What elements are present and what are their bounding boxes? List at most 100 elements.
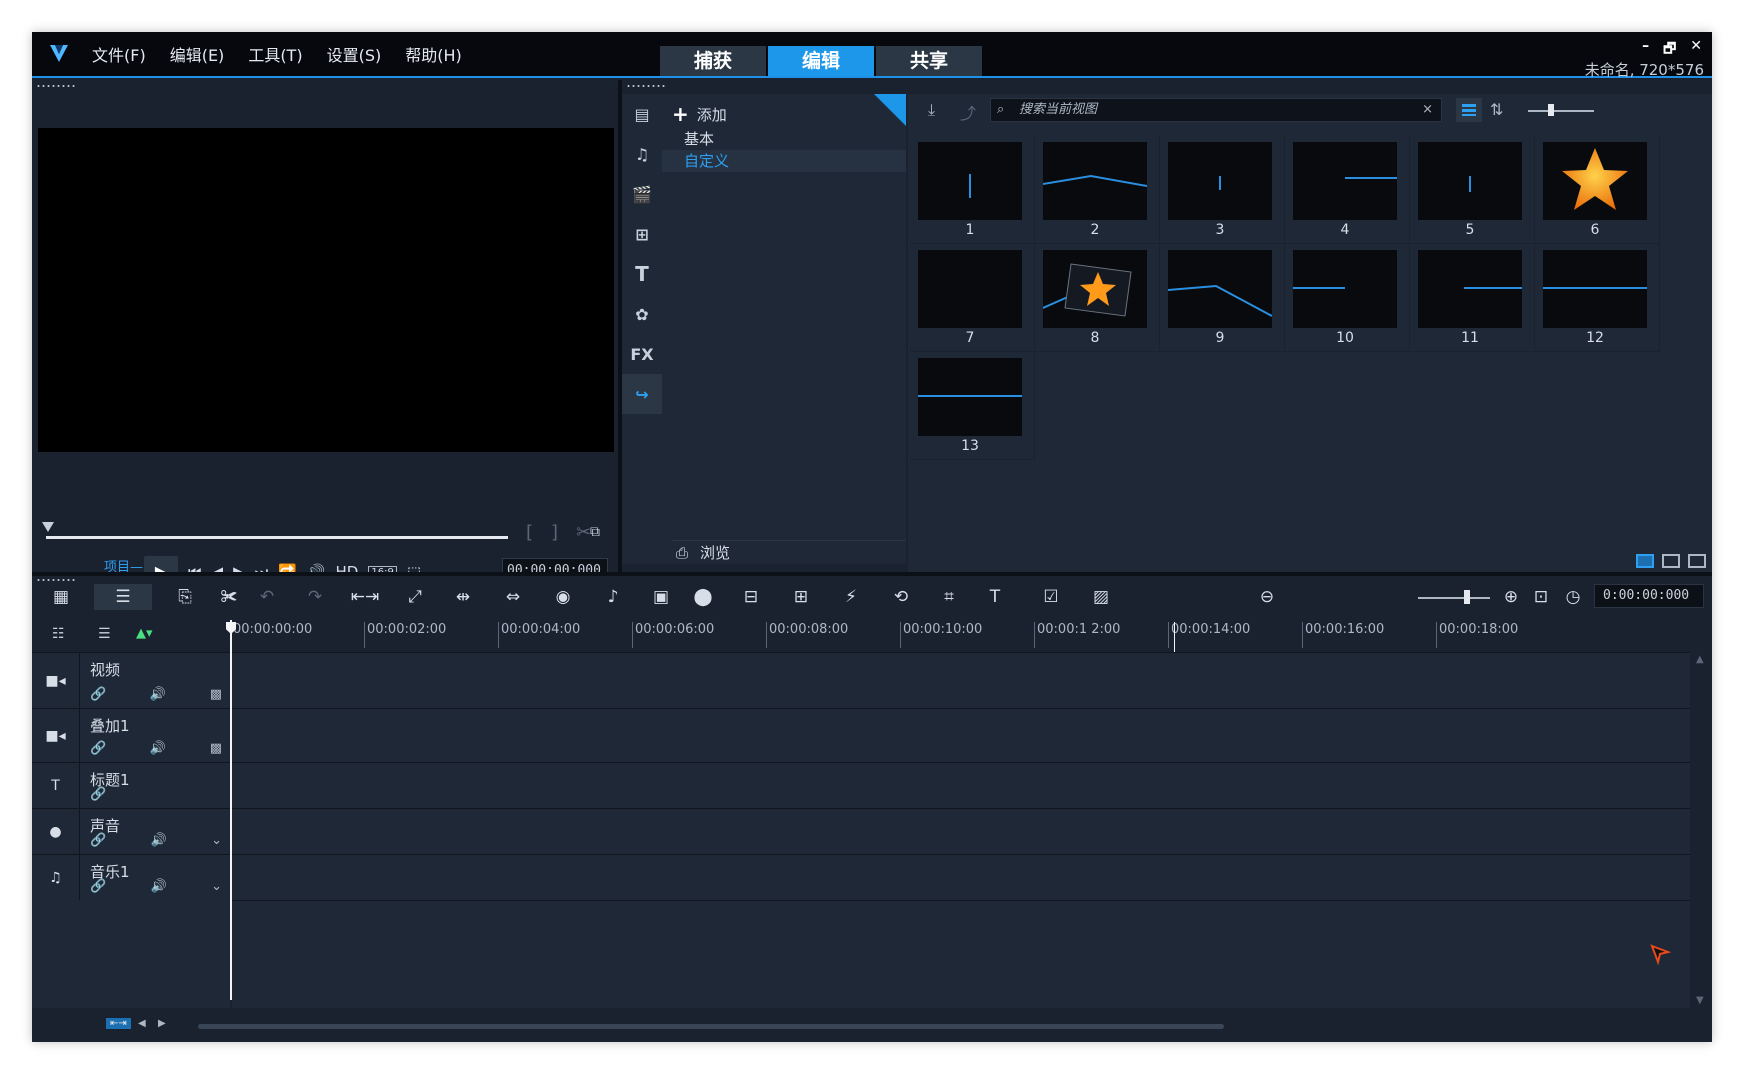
track-header-video[interactable]: ■◂ 视频 🔗 🔊 ▩ [32, 652, 230, 708]
add-folder-button[interactable]: + 添加 [672, 102, 727, 126]
scrubber-handle[interactable] [42, 522, 54, 532]
audio-mixer-icon[interactable]: ♪ [598, 584, 628, 610]
thumbnail-item[interactable]: 7 [910, 244, 1035, 352]
undo-icon[interactable]: ↶ [252, 584, 282, 610]
mark-out-icon[interactable]: ] [551, 522, 558, 543]
grid-icon[interactable]: ▩ [210, 687, 222, 702]
track-header-music1[interactable]: ♫ 音乐1 🔗 🔊 ⌄ [32, 854, 230, 900]
tools-icon[interactable]: ✀ [214, 584, 244, 610]
scroll-up-icon[interactable]: ▲ [1696, 654, 1704, 665]
audio-icon[interactable]: ♫ [622, 134, 662, 174]
link-icon[interactable]: 🔗 [90, 687, 106, 702]
track-lane-voice[interactable] [232, 808, 1690, 854]
track-lane-overlay1[interactable] [232, 708, 1690, 762]
thumbnail-item[interactable]: 12 [1535, 244, 1660, 352]
multicam-icon[interactable]: ▣ [646, 584, 676, 610]
link-icon[interactable]: 🔗 [90, 787, 106, 802]
time-ruler[interactable]: 00:00:00:00 00:00:02:00 00:00:04:00 00:0… [230, 618, 1712, 652]
trim-icon[interactable]: ⇹ [448, 584, 478, 610]
media-icon[interactable]: ▤ [622, 94, 662, 134]
search-input[interactable]: ⌕ 搜索当前视图 × [990, 98, 1442, 122]
thumbnail-item[interactable]: 10 [1285, 244, 1410, 352]
checkmark-icon[interactable]: ☑ [1036, 584, 1066, 610]
menu-file[interactable]: 文件(F) [92, 42, 146, 66]
export-icon[interactable]: ⤴ [960, 100, 976, 124]
expand-icon[interactable]: ⌄ [211, 833, 222, 848]
zoom-in-icon[interactable]: ⊕ [1496, 584, 1526, 610]
timeline-view-icon[interactable]: ☰ [94, 584, 152, 610]
thumbnail-item[interactable]: 1 [910, 136, 1035, 244]
transition-icon[interactable]: ⊞ [622, 214, 662, 254]
zoom-out-icon[interactable]: ⊖ [1252, 584, 1282, 610]
pin-icon[interactable] [874, 94, 906, 126]
track-lane-music1[interactable] [232, 854, 1690, 900]
track-lane-video[interactable] [232, 652, 1690, 708]
browse-button[interactable]: ⎙ 浏览 [672, 540, 906, 564]
thumbnail-item[interactable]: 5 [1410, 136, 1535, 244]
fx-icon[interactable]: FX [622, 334, 662, 374]
track-header-overlay1[interactable]: ■◂ 叠加1 🔗 🔊 ▩ [32, 708, 230, 762]
import-icon[interactable]: ⤓ [928, 100, 935, 120]
panel-grip[interactable] [626, 84, 666, 88]
menu-help[interactable]: 帮助(H) [405, 42, 462, 66]
title-icon[interactable]: T [622, 254, 662, 294]
grid-icon[interactable]: ▩ [210, 741, 222, 756]
track-header-voice[interactable]: ● 声音 🔗 🔊 ⌄ [32, 808, 230, 854]
split-screen-icon[interactable]: ⊞ [786, 584, 816, 610]
vertical-scrollbar[interactable]: ▲ ▼ [1694, 652, 1708, 1008]
show-library-icon[interactable] [1636, 554, 1654, 568]
thumbnail-item[interactable]: 3 [1160, 136, 1285, 244]
sort-icon[interactable]: ⇅ [1490, 100, 1503, 119]
path-icon[interactable]: ↪ [622, 374, 662, 414]
ripple-edit-icon[interactable]: ▲▾ [136, 626, 153, 641]
storyboard-view-icon[interactable]: ▦ [46, 584, 76, 610]
thumbnail-size-knob[interactable] [1548, 104, 1554, 116]
rotate-icon[interactable]: ⟲ [886, 584, 916, 610]
painting-icon[interactable]: ▨ [1086, 584, 1116, 610]
menu-edit[interactable]: 编辑(E) [170, 42, 225, 66]
mask-icon[interactable]: ⌗ [934, 584, 964, 610]
graphic-icon[interactable]: ✿ [622, 294, 662, 334]
thumbnail-item[interactable]: 9 [1160, 244, 1285, 352]
motion-icon[interactable]: ⚡ [836, 584, 866, 610]
subtitle-icon[interactable]: ⊟ [736, 584, 766, 610]
panel-grip[interactable] [36, 84, 76, 88]
record-capture-icon[interactable]: ◉ [548, 584, 578, 610]
show-options-icon[interactable] [1662, 554, 1680, 568]
add-track-icon[interactable]: ☰ [98, 626, 111, 642]
redo-icon[interactable]: ↷ [300, 584, 330, 610]
expand-icon[interactable]: ⇔ [498, 584, 528, 610]
speaker-icon[interactable]: 🔊 [151, 879, 167, 894]
zoom-slider[interactable] [1418, 597, 1490, 599]
list-view-icon[interactable] [1456, 98, 1482, 122]
thumbnail-item[interactable]: 2 [1035, 136, 1160, 244]
scrubber-bar[interactable] [46, 536, 508, 539]
zoom-slider-knob[interactable] [1464, 590, 1470, 604]
tab-capture[interactable]: 捕获 [660, 46, 766, 76]
speaker-icon[interactable]: 🔊 [150, 741, 166, 756]
split-clip-icon[interactable]: ✂ [576, 522, 591, 543]
thumbnail-item[interactable]: 8 [1035, 244, 1160, 352]
playhead[interactable] [230, 620, 232, 1000]
link-icon[interactable]: 🔗 [90, 879, 106, 894]
color-icon[interactable]: ⬤ [688, 584, 718, 610]
enlarge-preview-icon[interactable]: ⧉ [590, 524, 600, 540]
link-icon[interactable]: 🔗 [90, 741, 106, 756]
edit-icon[interactable] [1688, 554, 1706, 568]
track-manager-icon[interactable]: ☷ [52, 626, 65, 642]
copy-attributes-icon[interactable]: ⎘ [170, 584, 200, 610]
track-lane-title1[interactable] [232, 762, 1690, 808]
speaker-icon[interactable]: 🔊 [150, 687, 166, 702]
fit-project-icon[interactable]: ⇤⇥ [106, 1018, 131, 1029]
scroll-down-icon[interactable]: ▼ [1696, 995, 1704, 1006]
folder-custom[interactable]: 自定义 [662, 150, 906, 172]
track-header-title1[interactable]: T 标题1 🔗 [32, 762, 230, 808]
menu-settings[interactable]: 设置(S) [327, 42, 382, 66]
tab-share[interactable]: 共享 [876, 46, 982, 76]
panel-grip[interactable] [36, 578, 76, 582]
folder-basic[interactable]: 基本 [662, 128, 906, 150]
scroll-left-icon[interactable]: ◀ [138, 1018, 146, 1029]
thumbnail-item[interactable]: 11 [1410, 244, 1535, 352]
link-icon[interactable]: 🔗 [90, 833, 106, 848]
scroll-right-icon[interactable]: ▶ [158, 1018, 166, 1029]
